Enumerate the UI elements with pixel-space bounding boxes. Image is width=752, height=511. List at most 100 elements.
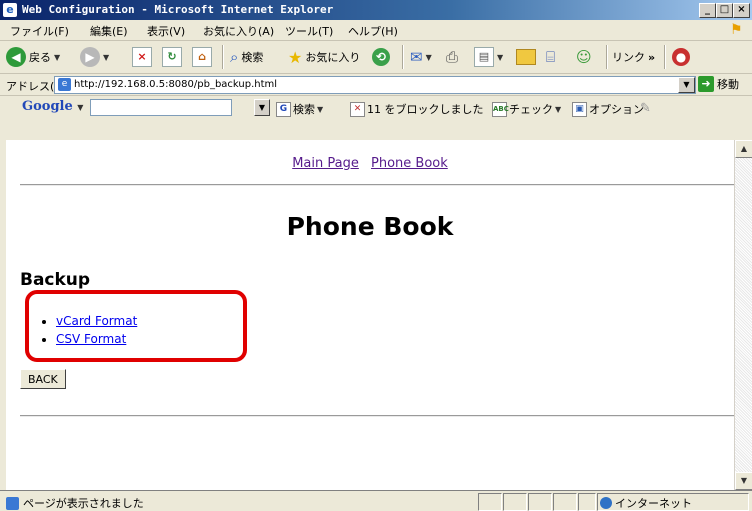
research-icon: ⌸	[546, 48, 556, 66]
refresh-icon: ↻	[162, 47, 182, 67]
discuss-icon: ●	[672, 48, 690, 66]
chevron-down-icon: ▼	[103, 52, 110, 62]
mail-button[interactable]: ✉ ▼	[410, 46, 432, 68]
scroll-down-button[interactable]: ▼	[735, 472, 752, 490]
stop-icon: ×	[132, 47, 152, 67]
vertical-scrollbar[interactable]: ▲ ▼	[734, 140, 752, 490]
edit-icon: ▤	[474, 47, 494, 67]
page-nav: Main Page Phone Book	[6, 156, 734, 171]
back-button[interactable]: ◀ 戻る ▼	[6, 46, 60, 68]
popup-blocker-button[interactable]: ✕ 11 をブロックしました	[350, 101, 484, 117]
search-label: 検索	[241, 51, 264, 64]
menu-edit[interactable]: 編集(E)	[90, 23, 128, 39]
back-page-button[interactable]: BACK	[20, 369, 66, 389]
globe-icon	[600, 497, 612, 509]
scroll-up-button[interactable]: ▲	[735, 140, 752, 158]
status-panel	[503, 493, 527, 511]
favorites-button[interactable]: ★ お気に入り	[288, 46, 360, 68]
go-arrow-icon: ➜	[698, 76, 714, 92]
chevron-down-icon: ▼	[425, 52, 432, 62]
chevron-down-icon: ▼	[497, 52, 504, 62]
google-g-icon: G	[276, 101, 291, 117]
google-search-label: 検索	[293, 103, 315, 116]
folder-icon	[516, 49, 536, 65]
menu-view[interactable]: 表示(V)	[147, 23, 185, 39]
windows-flag-icon: ⚑	[730, 22, 743, 38]
toolbar-separator	[664, 45, 666, 69]
google-options-button[interactable]: ▣ オプション	[572, 101, 644, 117]
back-label: 戻る	[29, 51, 51, 64]
links-button[interactable]: リンク »	[612, 46, 655, 68]
history-button[interactable]: ⟲	[372, 46, 390, 68]
discuss-button[interactable]: ●	[672, 46, 690, 68]
options-label: オプション	[589, 103, 644, 116]
status-panel	[528, 493, 552, 511]
top-divider	[20, 184, 734, 186]
page-title: Phone Book	[286, 212, 454, 241]
popup-blocked-label: 11 をブロックしました	[367, 103, 484, 116]
page-viewport: Main Page Phone Book Phone Book Backup v…	[6, 140, 734, 490]
forward-arrow-icon: ▶	[80, 47, 100, 67]
back-arrow-icon: ◀	[6, 47, 26, 67]
menu-tools[interactable]: ツール(T)	[285, 23, 333, 39]
maximize-button[interactable]: □	[716, 3, 733, 18]
spellcheck-label: チェック	[509, 103, 553, 116]
nav-phone-book-link[interactable]: Phone Book	[371, 156, 448, 171]
messenger-button[interactable]: ☺	[576, 46, 592, 68]
links-label: リンク	[612, 51, 645, 64]
forward-button[interactable]: ▶ ▼	[80, 46, 109, 68]
search-icon: ⌕	[230, 48, 239, 66]
chevron-down-icon: ▼	[317, 104, 324, 114]
status-message: ページが表示されました	[6, 495, 144, 511]
go-label: 移動	[717, 78, 739, 91]
caption-buttons: _ □ ×	[699, 3, 750, 18]
address-url: http://192.168.0.5:8080/pb_backup.html	[74, 79, 278, 90]
research-button[interactable]: ⌸	[546, 46, 555, 68]
spellcheck-button[interactable]: ABC チェック ▼	[492, 101, 561, 117]
ie-app-icon: e	[3, 3, 17, 17]
messenger-icon: ☺	[576, 48, 592, 66]
stop-button[interactable]: ×	[132, 46, 152, 68]
google-search-dropdown[interactable]: ▼	[254, 99, 270, 116]
edit-button[interactable]: ▤ ▼	[474, 46, 503, 68]
google-search-input[interactable]	[90, 99, 232, 116]
status-text: ページが表示されました	[23, 497, 144, 510]
spellcheck-icon: ABC	[492, 101, 509, 117]
status-panel	[578, 493, 596, 511]
menu-file[interactable]: ファイル(F)	[10, 23, 69, 39]
toolbar-separator	[402, 45, 404, 69]
toolbar-separator	[222, 45, 224, 69]
section-title: Backup	[20, 270, 91, 290]
options-icon: ▣	[572, 101, 587, 117]
address-input[interactable]: e http://192.168.0.5:8080/pb_backup.html	[54, 76, 696, 94]
links-more: »	[648, 50, 656, 64]
menu-favorites[interactable]: お気に入り(A)	[203, 23, 274, 39]
search-button[interactable]: ⌕ 検索	[230, 46, 263, 68]
security-zone: インターネット	[600, 495, 692, 511]
minimize-button[interactable]: _	[699, 3, 716, 18]
status-bar: ページが表示されました インターネット	[0, 490, 752, 511]
go-button[interactable]: ➜ 移動	[698, 76, 739, 92]
google-logo[interactable]: Google ▼	[22, 99, 83, 114]
address-bar: アドレス(D) e http://192.168.0.5:8080/pb_back…	[0, 74, 752, 96]
google-toolbar: Google ▼ ▼ G 検索 ▼ ✕ 11 をブロックしました ABC チェッ…	[0, 96, 752, 119]
refresh-button[interactable]: ↻	[162, 46, 182, 68]
close-button[interactable]: ×	[733, 3, 750, 18]
print-button[interactable]: ⎙	[446, 46, 458, 68]
nav-main-page-link[interactable]: Main Page	[292, 156, 359, 171]
folder-button[interactable]	[516, 46, 536, 68]
chevron-down-icon: ▼	[54, 52, 61, 62]
history-icon: ⟲	[372, 48, 390, 66]
highlight-button[interactable]: ✎	[640, 101, 651, 116]
mail-icon: ✉	[410, 48, 423, 66]
google-search-button[interactable]: G 検索 ▼	[276, 101, 323, 117]
star-icon: ★	[288, 47, 303, 67]
home-button[interactable]: ⌂	[192, 46, 212, 68]
address-dropdown-button[interactable]: ▼	[678, 77, 695, 93]
pencil-icon: ✎	[640, 101, 651, 116]
title-bar: e Web Configuration - Microsoft Internet…	[0, 0, 752, 20]
menu-help[interactable]: ヘルプ(H)	[348, 23, 398, 39]
chevron-down-icon: ▼	[555, 104, 562, 114]
favorites-label: お気に入り	[305, 51, 361, 64]
page-icon: e	[58, 78, 71, 91]
